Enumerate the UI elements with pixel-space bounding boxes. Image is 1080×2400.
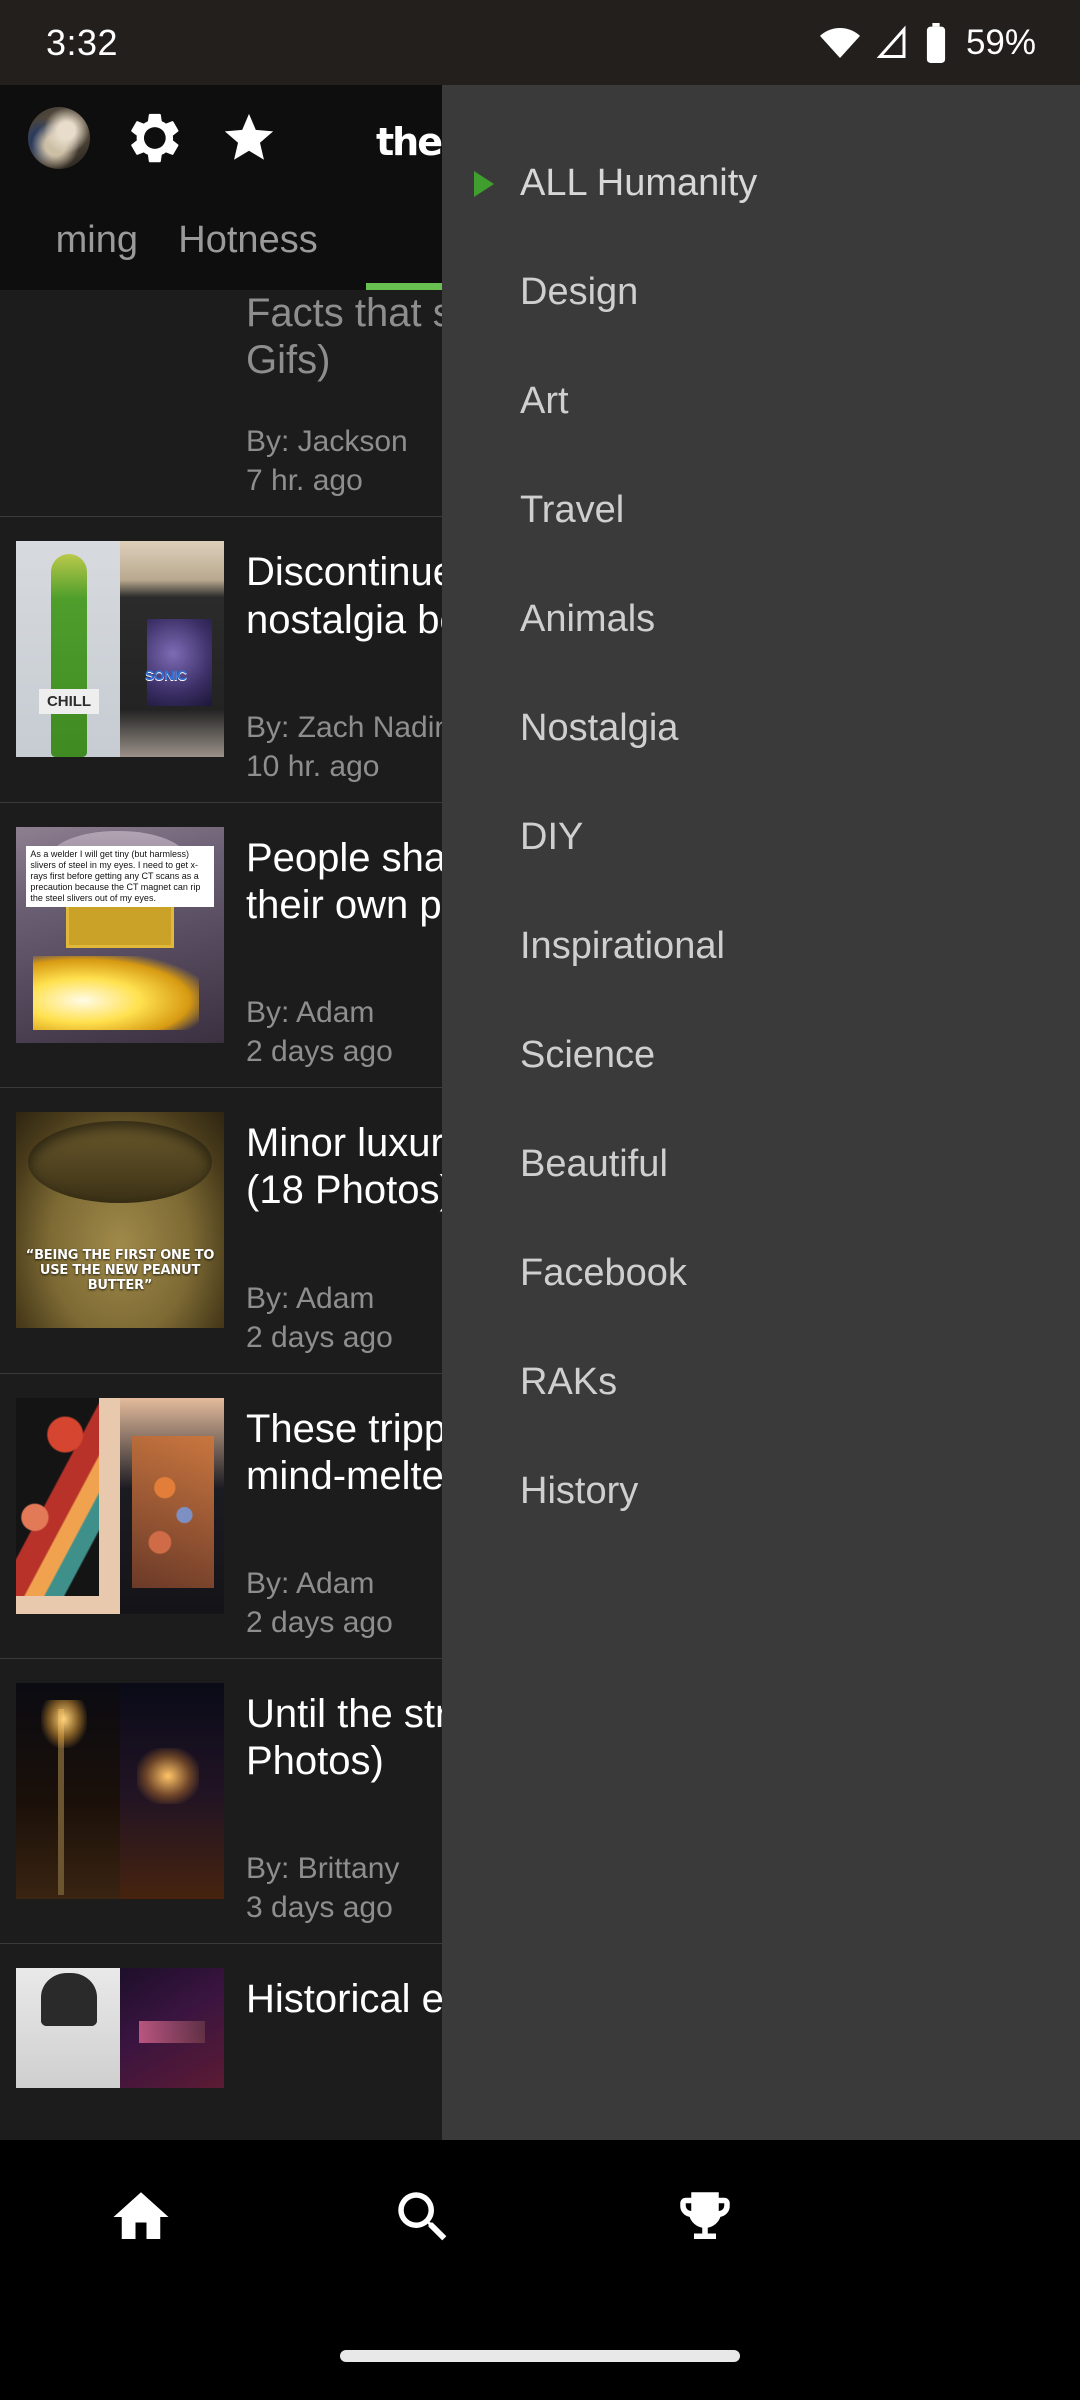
thumbnail-detail bbox=[32, 956, 200, 1030]
home-icon bbox=[108, 2184, 174, 2255]
thumbnail-panel-right bbox=[120, 1968, 224, 2089]
tab-hotness-label: Hotness bbox=[178, 218, 318, 261]
thumbnail-panel-left bbox=[16, 1968, 120, 2089]
article-thumbnail bbox=[16, 1397, 224, 1614]
article-thumbnail: “BEING THE FIRST ONE TO USE THE NEW PEAN… bbox=[16, 1112, 224, 1329]
article-thumbnail bbox=[16, 1682, 224, 1899]
drawer-item-label: Facebook bbox=[520, 1252, 687, 1294]
thumbnail-panel-left bbox=[16, 1682, 120, 1899]
nav-search-button[interactable] bbox=[282, 2184, 564, 2255]
thumbnail-panel-right bbox=[120, 1397, 224, 1614]
drawer-item-travel[interactable]: Travel bbox=[442, 456, 1080, 565]
search-icon bbox=[390, 2184, 456, 2255]
drawer-item-label: Inspirational bbox=[520, 925, 725, 967]
thumbnail-panel-left bbox=[16, 1397, 120, 1614]
drawer-item-facebook[interactable]: Facebook bbox=[442, 1219, 1080, 1328]
logo-prefix: the bbox=[376, 119, 443, 164]
thumbnail-overlay-caption: As a welder I will get tiny (but harmles… bbox=[26, 846, 214, 908]
cellular-signal-icon bbox=[874, 25, 910, 61]
nav-trophy-button[interactable] bbox=[564, 2184, 846, 2255]
status-bar-clock: 3:32 bbox=[46, 21, 119, 63]
thumbnail-panel-right bbox=[120, 1682, 224, 1899]
gear-icon[interactable] bbox=[126, 109, 184, 167]
drawer-item-label: DIY bbox=[520, 816, 584, 858]
tab-hotness[interactable]: Hotness bbox=[138, 190, 358, 290]
status-bar: 3:32 59% bbox=[0, 0, 1080, 85]
star-icon[interactable] bbox=[220, 109, 278, 167]
drawer-item-label: Art bbox=[520, 380, 569, 422]
thumbnail-overlay-caption: “BEING THE FIRST ONE TO USE THE NEW PEAN… bbox=[25, 1247, 215, 1294]
nav-home-button[interactable] bbox=[0, 2184, 282, 2255]
caret-right-icon bbox=[474, 170, 494, 197]
drawer-item-label: ALL Humanity bbox=[520, 162, 758, 204]
drawer-item-label: History bbox=[520, 1470, 639, 1512]
drawer-item-label: Animals bbox=[520, 598, 656, 640]
wifi-icon bbox=[819, 23, 860, 63]
home-indicator[interactable] bbox=[340, 2350, 740, 2362]
drawer-item-label: Design bbox=[520, 271, 639, 313]
drawer-item-label: Travel bbox=[520, 489, 625, 531]
drawer-item-label: Science bbox=[520, 1034, 656, 1076]
article-thumbnail: As a welder I will get tiny (but harmles… bbox=[16, 826, 224, 1043]
drawer-item-design[interactable]: Design bbox=[442, 238, 1080, 347]
tab-gaming[interactable]: ming bbox=[0, 190, 138, 290]
battery-icon bbox=[924, 22, 948, 63]
status-bar-icons: 59% bbox=[819, 22, 1036, 63]
thumbnail-panel-left bbox=[16, 541, 120, 758]
drawer-item-animals[interactable]: Animals bbox=[442, 565, 1080, 674]
drawer-item-label: Beautiful bbox=[520, 1143, 668, 1185]
drawer-item-raks[interactable]: RAKs bbox=[442, 1328, 1080, 1437]
drawer-item-history[interactable]: History bbox=[442, 1437, 1080, 1546]
thumbnail-panel-right bbox=[120, 541, 224, 758]
drawer-item-art[interactable]: Art bbox=[442, 347, 1080, 456]
drawer-item-nostalgia[interactable]: Nostalgia bbox=[442, 674, 1080, 783]
drawer-item-label: RAKs bbox=[520, 1361, 618, 1403]
drawer-item-label: Nostalgia bbox=[520, 707, 679, 749]
trophy-icon bbox=[672, 2184, 738, 2255]
drawer-item-beautiful[interactable]: Beautiful bbox=[442, 1110, 1080, 1219]
app-screen: 3:32 59% theCHIVE ming Ho bbox=[0, 0, 1080, 2400]
drawer-item-inspirational[interactable]: Inspirational bbox=[442, 892, 1080, 1001]
tab-gaming-label: ming bbox=[55, 218, 138, 261]
article-thumbnail bbox=[16, 1968, 224, 2089]
category-drawer[interactable]: ALL Humanity Design Art Travel Animals N… bbox=[442, 85, 1080, 2335]
battery-percentage: 59% bbox=[965, 22, 1036, 62]
drawer-item-all-humanity[interactable]: ALL Humanity bbox=[442, 129, 1080, 238]
article-thumbnail bbox=[16, 541, 224, 758]
avatar[interactable] bbox=[28, 106, 90, 169]
drawer-item-science[interactable]: Science bbox=[442, 1001, 1080, 1110]
drawer-item-diy[interactable]: DIY bbox=[442, 783, 1080, 892]
